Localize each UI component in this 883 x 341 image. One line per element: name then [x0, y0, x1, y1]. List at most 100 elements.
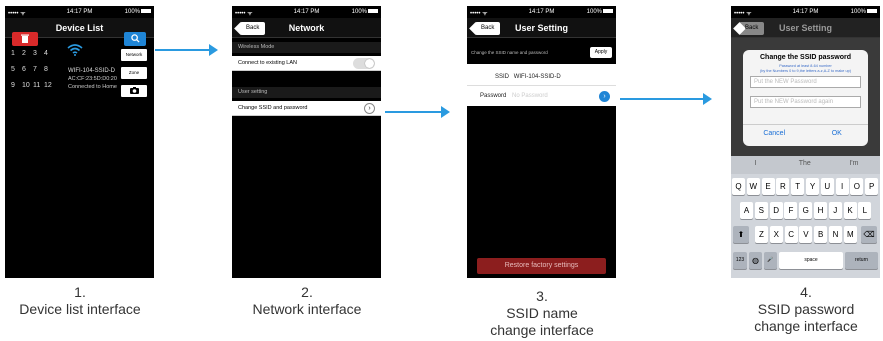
chevron-right-icon[interactable]: ›	[364, 103, 375, 114]
mic-key[interactable]: 🎤	[764, 252, 777, 269]
zone-number: 10	[22, 82, 30, 89]
backspace-key[interactable]: ⌫	[861, 226, 877, 243]
caption-4: 4. SSID password change interface	[726, 284, 883, 335]
zone-number: 2	[22, 50, 26, 57]
ssid-password-screen: ••••• ᯤ 14:17 PM 100% Back User Setting …	[731, 6, 880, 278]
suggestion-item[interactable]: I	[731, 160, 780, 167]
key-h[interactable]: H	[814, 202, 827, 219]
zone-number: 9	[11, 82, 15, 89]
key-q[interactable]: Q	[732, 178, 745, 195]
wireless-mode-header: Wireless Mode	[232, 42, 381, 53]
key-c[interactable]: C	[784, 226, 798, 243]
key-s[interactable]: S	[754, 202, 768, 219]
connect-lan-row[interactable]: Connect to existing LAN	[232, 56, 381, 71]
zone-number: 4	[44, 50, 48, 57]
navbar: Back User Setting	[731, 18, 880, 38]
wifi-icon	[67, 44, 83, 56]
space-key[interactable]: space	[779, 252, 843, 269]
search-button[interactable]	[124, 32, 146, 46]
ssid-row[interactable]: SSID WIFI-104-SSID-D	[467, 68, 616, 86]
key-v[interactable]: V	[799, 226, 813, 243]
change-ssid-label: Change SSID and password	[238, 105, 308, 111]
user-setting-screen: ••••• ᯤ 14:17 PM 100% Back User Setting …	[467, 6, 616, 278]
caption-text: change interface	[754, 318, 858, 334]
page-title: Network	[288, 23, 325, 33]
zone-row[interactable]: 9 10 11 12	[11, 82, 55, 89]
key-t[interactable]: T	[791, 178, 805, 195]
key-x[interactable]: X	[769, 226, 783, 243]
key-f[interactable]: F	[784, 202, 798, 219]
navbar: Back User Setting	[467, 18, 616, 38]
ssid-label: SSID	[495, 74, 510, 80]
caption-1: 1. Device list interface	[0, 284, 160, 318]
chevron-right-icon[interactable]: ›	[599, 91, 610, 102]
ok-button[interactable]: OK	[806, 130, 869, 137]
restore-factory-button[interactable]: Restore factory settings	[477, 258, 606, 274]
camera-button[interactable]	[121, 85, 147, 97]
key-p[interactable]: P	[865, 178, 879, 195]
network-screen: ••••• ᯤ 14:17 PM 100% Back Network Wirel…	[232, 6, 381, 278]
zone-number: 7	[33, 66, 37, 73]
key-r[interactable]: R	[776, 178, 790, 195]
user-setting-header: User setting	[232, 87, 381, 98]
key-g[interactable]: G	[799, 202, 813, 219]
shift-key[interactable]: ⬆	[733, 226, 749, 243]
flow-arrow	[620, 93, 712, 105]
navbar: Back Network	[232, 18, 381, 38]
zone-button[interactable]: Zone	[121, 67, 147, 79]
key-m[interactable]: M	[843, 226, 857, 243]
zone-number: 12	[44, 82, 52, 89]
return-key[interactable]: return	[845, 252, 878, 269]
key-u[interactable]: U	[820, 178, 834, 195]
password-row[interactable]: Password No Password ›	[467, 88, 616, 104]
caption-text: Device list interface	[19, 301, 141, 317]
key-a[interactable]: A	[740, 202, 753, 219]
device-mac: AC:CF:23:5D:D0:20	[68, 76, 117, 82]
network-button[interactable]: Network	[121, 49, 147, 61]
caption-number: 4.	[800, 284, 812, 300]
dialog-divider	[743, 124, 868, 125]
key-o[interactable]: O	[850, 178, 864, 195]
key-l[interactable]: L	[858, 202, 872, 219]
zone-row[interactable]: 1234	[11, 50, 55, 57]
suggestion-item[interactable]: The	[780, 160, 829, 167]
key-d[interactable]: D	[769, 202, 783, 219]
key-y[interactable]: Y	[806, 178, 819, 195]
key-z[interactable]: Z	[755, 226, 768, 243]
change-ssid-row[interactable]: Change SSID and password ›	[232, 101, 381, 116]
key-e[interactable]: E	[761, 178, 775, 195]
password-placeholder: No Password	[512, 93, 548, 99]
battery-indicator: 100%	[851, 9, 877, 15]
delete-button[interactable]	[12, 32, 38, 46]
new-password-field[interactable]: Put the NEW Password	[750, 76, 861, 88]
caption-number: 2.	[301, 284, 313, 300]
status-bar: ••••• ᯤ 14:17 PM 100%	[731, 6, 880, 18]
zone-number: 6	[22, 66, 26, 73]
zone-row[interactable]: 5678	[11, 66, 55, 73]
caption-number: 1.	[74, 284, 86, 300]
key-i[interactable]: I	[835, 178, 849, 195]
page-title: User Setting	[514, 23, 568, 33]
cancel-button[interactable]: Cancel	[743, 130, 806, 137]
confirm-password-field[interactable]: Put the NEW Password again	[750, 96, 861, 108]
battery-indicator: 100%	[352, 9, 378, 15]
globe-key[interactable]: ◍	[749, 252, 762, 269]
key-j[interactable]: J	[828, 202, 842, 219]
apply-button[interactable]: Apply	[590, 47, 612, 58]
caption-number: 3.	[536, 288, 548, 304]
key-n[interactable]: N	[829, 226, 842, 243]
key-w[interactable]: W	[746, 178, 760, 195]
device-status: Connected to Home	[68, 84, 117, 90]
zone-number: 5	[11, 66, 15, 73]
key-b[interactable]: B	[814, 226, 828, 243]
suggestion-item[interactable]: I'm	[829, 160, 878, 167]
password-label: Password	[480, 93, 507, 99]
connect-lan-toggle[interactable]	[353, 58, 375, 69]
search-icon	[130, 34, 140, 43]
navbar: Device List	[5, 18, 154, 46]
caption-3: 3. SSID name change interface	[462, 288, 622, 339]
numbers-key[interactable]: 123	[733, 252, 747, 269]
key-k[interactable]: K	[843, 202, 857, 219]
status-bar: ••••• ᯤ 14:17 PM 100%	[232, 6, 381, 18]
ssid-value: WIFI-104-SSID-D	[513, 74, 561, 80]
